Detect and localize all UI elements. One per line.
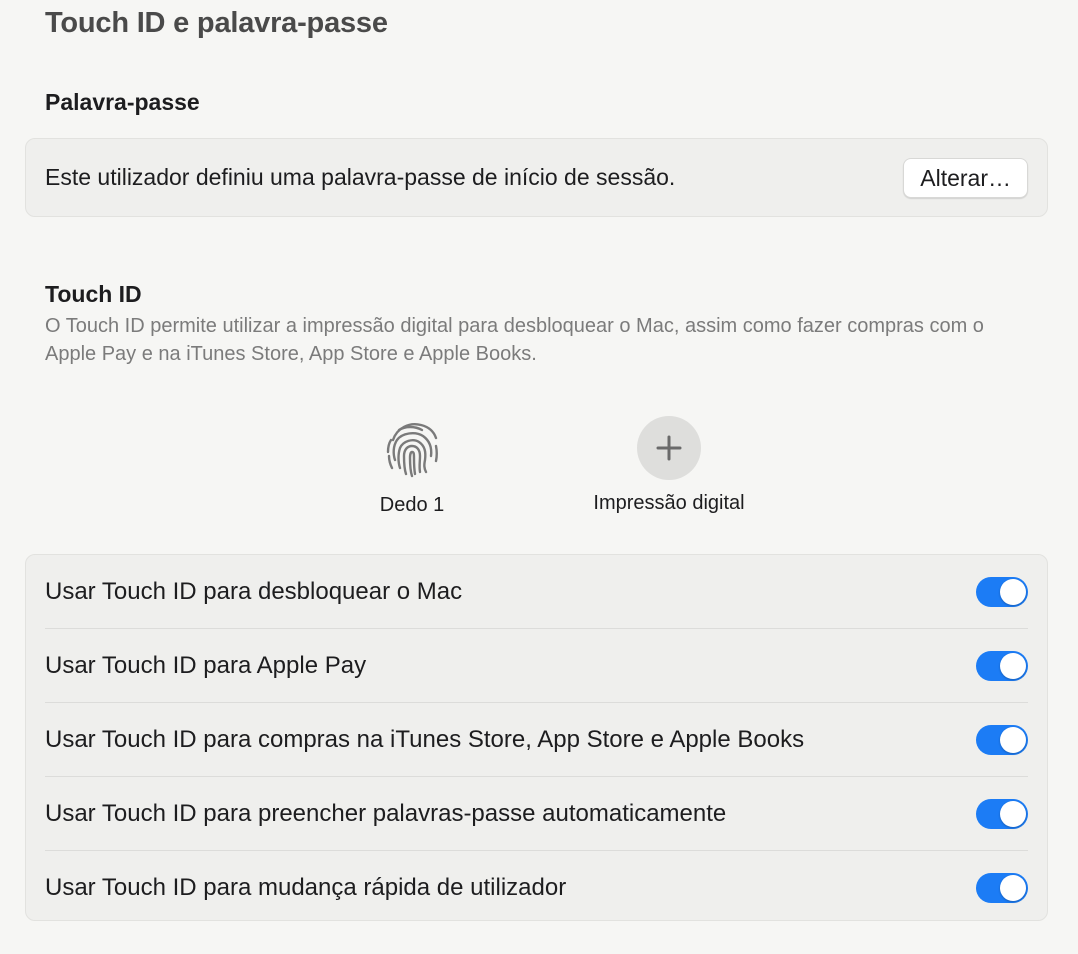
toggle-row-unlock-mac: Usar Touch ID para desbloquear o Mac [45, 555, 1028, 629]
apple-pay-switch[interactable] [976, 651, 1028, 681]
toggle-row-autofill-passwords: Usar Touch ID para preencher palavras-pa… [45, 777, 1028, 851]
unlock-mac-switch[interactable] [976, 577, 1028, 607]
toggle-label: Usar Touch ID para Apple Pay [45, 652, 367, 679]
toggle-label: Usar Touch ID para mudança rápida de uti… [45, 874, 567, 901]
toggle-row-fast-user-switching: Usar Touch ID para mudança rápida de uti… [45, 851, 1028, 925]
switch-knob [1000, 727, 1026, 753]
add-fingerprint-button[interactable] [637, 416, 701, 480]
store-purchases-switch[interactable] [976, 725, 1028, 755]
toggle-label: Usar Touch ID para preencher palavras-pa… [45, 800, 727, 827]
toggle-label: Usar Touch ID para desbloquear o Mac [45, 578, 463, 605]
touchid-options-card: Usar Touch ID para desbloquear o Mac Usa… [25, 554, 1048, 921]
touchid-description: O Touch ID permite utilizar a impressão … [45, 315, 984, 365]
touchid-section-heading: Touch ID [45, 281, 142, 307]
plus-icon [656, 435, 682, 461]
change-password-button[interactable]: Alterar… [903, 158, 1028, 198]
switch-knob [1000, 653, 1026, 679]
password-section-heading: Palavra-passe [45, 89, 200, 115]
page-title: Touch ID e palavra-passe [45, 7, 388, 39]
password-card: Este utilizador definiu uma palavra-pass… [25, 138, 1048, 217]
switch-knob [1000, 875, 1026, 901]
add-fingerprint-slot[interactable]: Impressão digital [559, 416, 779, 515]
toggle-label: Usar Touch ID para compras na iTunes Sto… [45, 726, 805, 753]
settings-pane: Touch ID e palavra-passe Palavra-passe E… [0, 0, 1078, 954]
add-fingerprint-label: Impressão digital [593, 492, 745, 514]
fast-user-switching-switch[interactable] [976, 873, 1028, 903]
fingerprint-slot-finger-1[interactable]: Dedo 1 [302, 416, 522, 517]
switch-knob [1000, 801, 1026, 827]
password-status-text: Este utilizador definiu uma palavra-pass… [45, 164, 676, 190]
autofill-passwords-switch[interactable] [976, 799, 1028, 829]
fingerprint-label: Dedo 1 [379, 494, 445, 516]
switch-knob [1000, 579, 1026, 605]
toggle-row-store-purchases: Usar Touch ID para compras na iTunes Sto… [45, 703, 1028, 777]
fingerprint-icon [379, 416, 445, 482]
toggle-row-apple-pay: Usar Touch ID para Apple Pay [45, 629, 1028, 703]
